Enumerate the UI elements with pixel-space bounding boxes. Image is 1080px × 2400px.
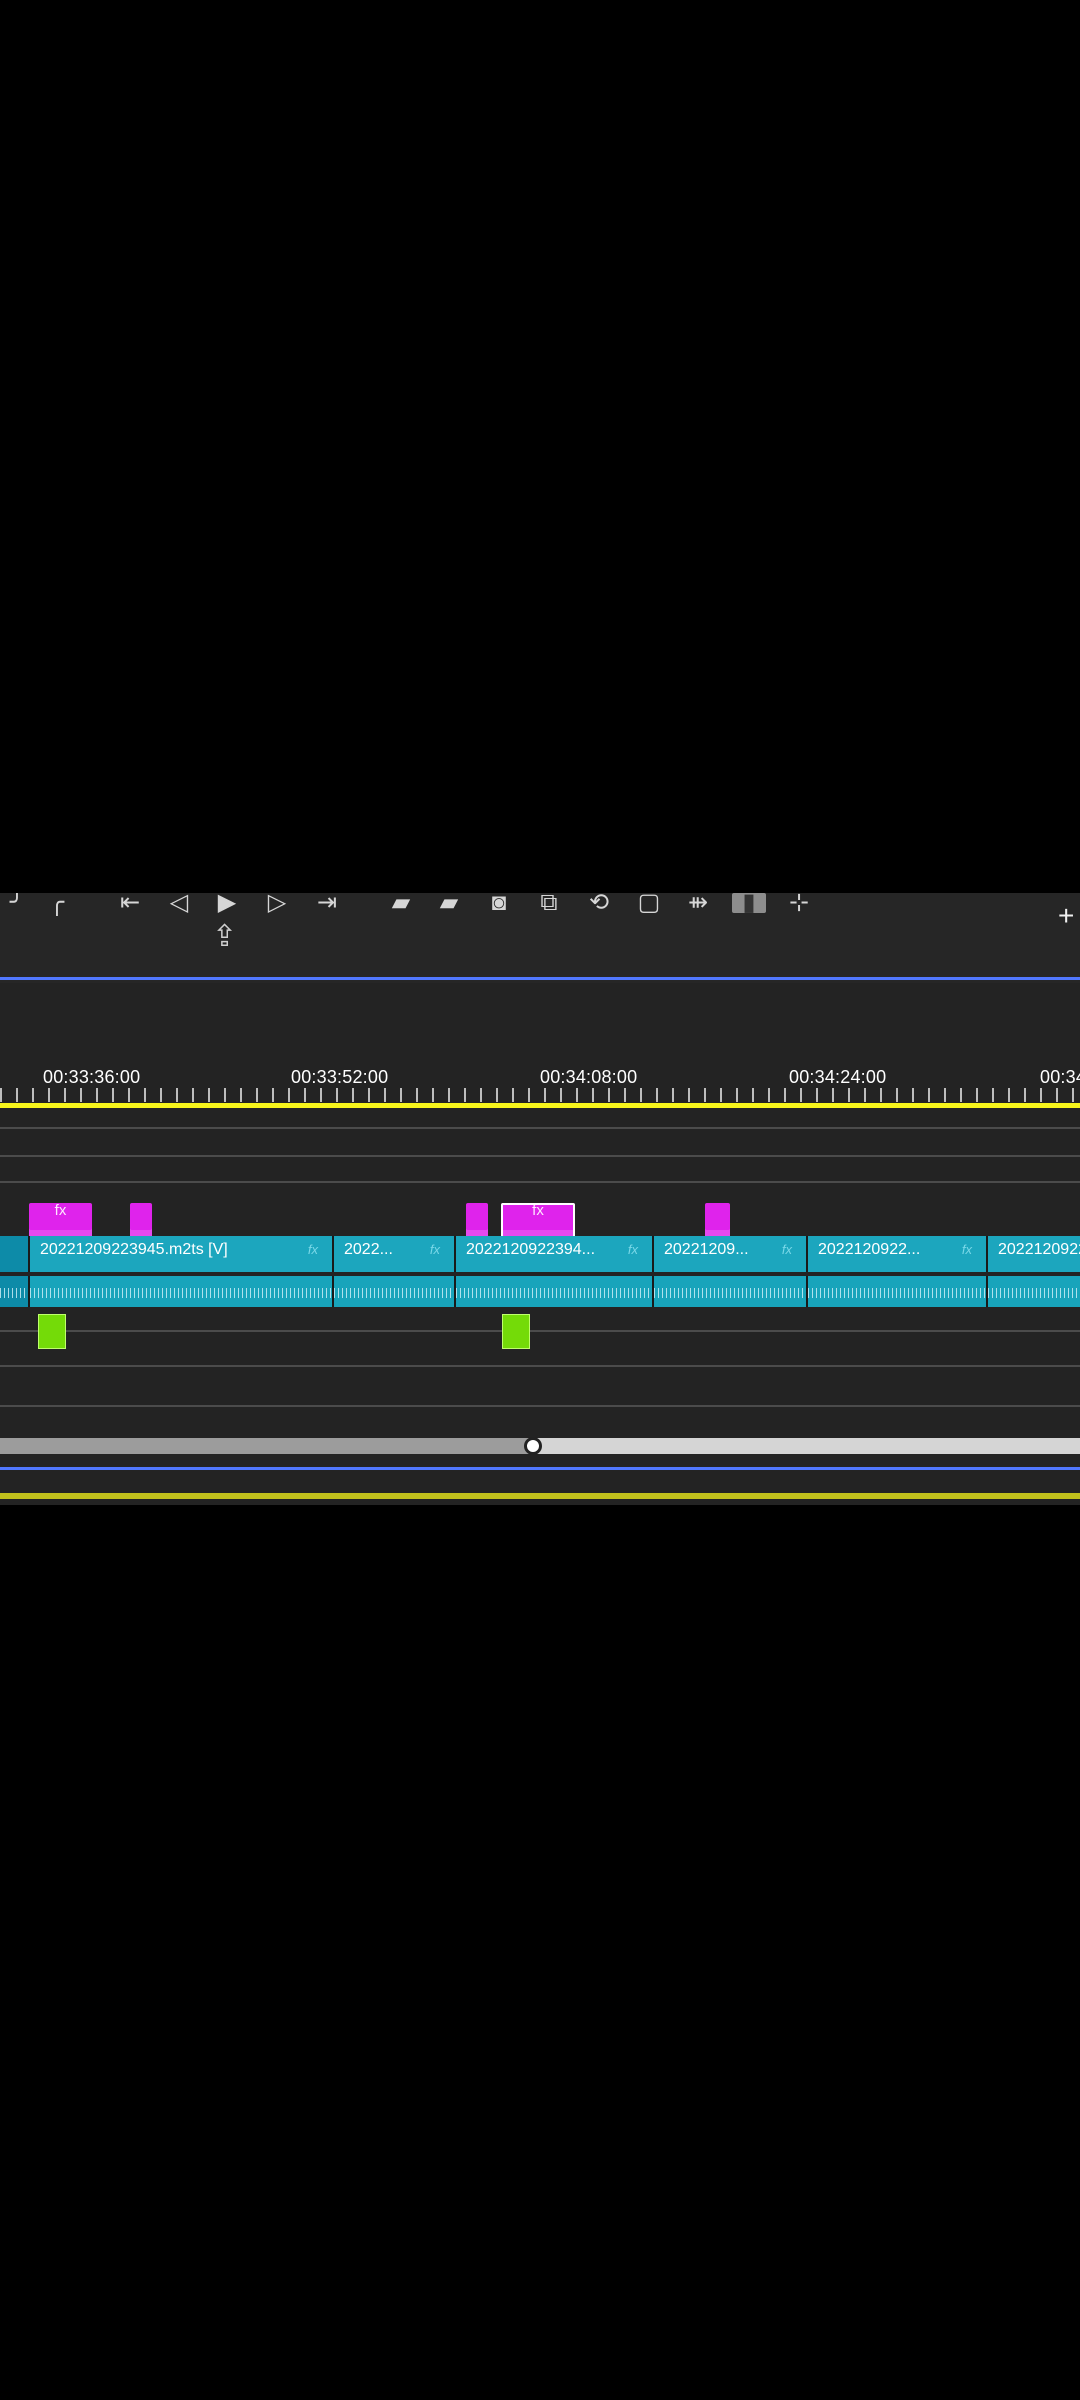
video-clip[interactable]: 20221209... fx bbox=[654, 1236, 808, 1272]
track-divider bbox=[0, 1127, 1080, 1129]
timeline-scroll-knob[interactable] bbox=[524, 1437, 542, 1455]
toolbar-safe-margin-icon[interactable]: ▢ bbox=[632, 893, 666, 915]
video-clip[interactable]: 20221209223945.m2ts [V] fx bbox=[30, 1236, 334, 1272]
audio-clip[interactable] bbox=[30, 1276, 334, 1307]
editor-timeline-screen: ╯ ╭ ⇤ ◁ ▶ ▷ ⇥ ▰ ▰ ◙ ⧉ ⟲ ▢ ⇻ ▮ ⊹ ⇪ + 00:3… bbox=[0, 893, 1080, 1505]
track-divider bbox=[0, 1330, 1080, 1332]
video-clip[interactable]: 2022120922 bbox=[988, 1236, 1080, 1272]
audio-waveform bbox=[30, 1288, 332, 1298]
track-divider bbox=[0, 1181, 1080, 1183]
track-divider bbox=[0, 1155, 1080, 1157]
audio-waveform bbox=[0, 1288, 28, 1298]
timeline-toolbar: ╯ ╭ ⇤ ◁ ▶ ▷ ⇥ ▰ ▰ ◙ ⧉ ⟲ ▢ ⇻ ▮ ⊹ ⇪ + bbox=[0, 893, 1080, 983]
toolbar-jump-icon[interactable]: ⇥ bbox=[310, 893, 344, 915]
track-divider bbox=[0, 1405, 1080, 1407]
clip-name: 2022120922394... bbox=[466, 1241, 596, 1258]
audio-clip[interactable] bbox=[456, 1276, 654, 1307]
effect-clip[interactable]: fx bbox=[29, 1203, 92, 1238]
fx-label: fx bbox=[54, 1202, 67, 1219]
video-clip[interactable]: 2022120922394... fx bbox=[456, 1236, 654, 1272]
toolbar-rewind-icon[interactable]: ◁ bbox=[162, 893, 196, 915]
track-divider bbox=[0, 1365, 1080, 1367]
toolbar-step-back-icon[interactable]: ⇤ bbox=[113, 893, 147, 915]
audio-waveform bbox=[456, 1288, 652, 1298]
effect-clip[interactable] bbox=[466, 1203, 488, 1238]
clip-fx-badge: fx bbox=[781, 1242, 792, 1257]
audio-clip[interactable] bbox=[988, 1276, 1080, 1307]
clip-fx-badge: fx bbox=[307, 1242, 318, 1257]
toolbar-extract-icon[interactable]: ▰ bbox=[432, 893, 466, 915]
export-frame-icon[interactable]: ⇪ bbox=[212, 921, 246, 953]
green-keyframe-clip[interactable] bbox=[38, 1314, 66, 1349]
ruler-ticks bbox=[0, 1088, 1080, 1102]
selection-range-line bbox=[0, 1467, 1080, 1470]
effect-clip[interactable] bbox=[705, 1203, 730, 1238]
clip-name: 2022120922... bbox=[818, 1241, 921, 1258]
timecode-label: 00:34:24:00 bbox=[789, 1067, 887, 1087]
clip-name: 2022120922 bbox=[998, 1241, 1080, 1258]
audio-clip-edge[interactable] bbox=[0, 1276, 30, 1307]
toolbar-camera-icon[interactable]: ◙ bbox=[482, 893, 516, 915]
timecode-label: 00:33:52:00 bbox=[291, 1067, 389, 1087]
plus-icon[interactable]: + bbox=[1058, 902, 1080, 930]
clip-name: 2022... bbox=[344, 1241, 393, 1258]
timecode-label: 00:34 bbox=[1040, 1067, 1080, 1087]
timecode-label: 00:33:36:00 bbox=[43, 1067, 141, 1087]
toolbar-overwrite-icon[interactable]: ⟲ bbox=[582, 893, 616, 915]
video-clip[interactable]: 2022120922... fx bbox=[808, 1236, 988, 1272]
toolbar-lift-icon[interactable]: ▰ bbox=[384, 893, 418, 915]
audio-clip[interactable] bbox=[654, 1276, 808, 1307]
audio-clip[interactable] bbox=[808, 1276, 988, 1307]
work-area-bar[interactable] bbox=[0, 1103, 1080, 1108]
audio-clip[interactable] bbox=[334, 1276, 456, 1307]
audio-waveform bbox=[808, 1288, 986, 1298]
toolbar-insert-icon[interactable]: ⧉ bbox=[532, 893, 566, 915]
clip-fx-badge: fx bbox=[627, 1242, 638, 1257]
selected-effect-clip[interactable]: fx bbox=[501, 1203, 575, 1238]
toolbar-marker-icon[interactable]: ╭ bbox=[40, 893, 74, 915]
toolbar-forward-icon[interactable]: ▷ bbox=[260, 893, 294, 915]
toolbar-selected-icon[interactable]: ▮ bbox=[732, 893, 766, 915]
clip-name: 20221209... bbox=[664, 1241, 749, 1258]
timecode-label: 00:34:08:00 bbox=[540, 1067, 638, 1087]
clip-fx-badge: fx bbox=[961, 1242, 972, 1257]
clip-fx-badge: fx bbox=[429, 1242, 440, 1257]
toolbar-add-button-icon[interactable]: ⊹ bbox=[782, 893, 816, 915]
timeline-scroll-thumb[interactable] bbox=[530, 1438, 1080, 1454]
toolbar-track-icon[interactable]: ╯ bbox=[0, 893, 34, 915]
effect-clip[interactable] bbox=[130, 1203, 152, 1238]
video-clip-edge[interactable] bbox=[0, 1236, 30, 1272]
green-keyframe-clip[interactable] bbox=[502, 1314, 530, 1349]
bottom-marker-bar bbox=[0, 1493, 1080, 1499]
clip-name: 20221209223945.m2ts [V] bbox=[40, 1241, 228, 1258]
audio-waveform bbox=[654, 1288, 806, 1298]
toolbar-comparison-icon[interactable]: ⇻ bbox=[681, 893, 715, 915]
fx-label: fx bbox=[532, 1202, 544, 1219]
audio-waveform bbox=[988, 1288, 1080, 1298]
selection-range-line bbox=[0, 977, 1080, 980]
video-clip[interactable]: 2022... fx bbox=[334, 1236, 456, 1272]
toolbar-play-icon[interactable]: ▶ bbox=[210, 893, 244, 915]
audio-waveform bbox=[334, 1288, 454, 1298]
